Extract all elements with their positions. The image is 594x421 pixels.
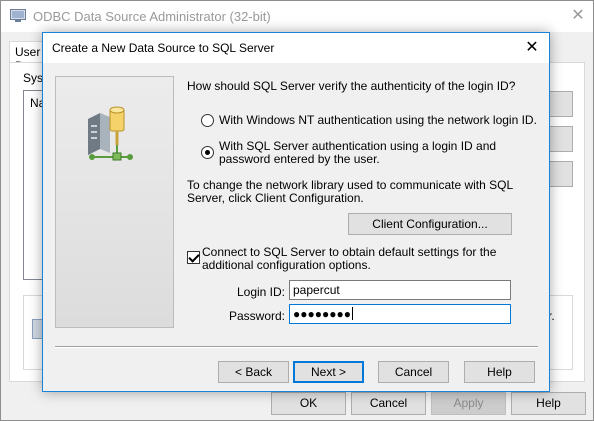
login-id-input[interactable]: papercut — [289, 280, 511, 300]
text-caret — [351, 307, 353, 320]
parent-window-title: ODBC Data Source Administrator (32-bit) — [33, 9, 271, 24]
dialog-title: Create a New Data Source to SQL Server — [52, 41, 275, 55]
help-button[interactable]: Help — [464, 361, 535, 383]
add-button[interactable] — [547, 91, 573, 117]
sql-auth-radio[interactable] — [201, 146, 214, 159]
connect-default-settings-label[interactable]: Connect to SQL Server to obtain default … — [202, 246, 502, 272]
network-library-text: To change the network library used to co… — [187, 178, 513, 205]
password-masked-value: ●●●●●●●● — [293, 307, 351, 321]
parent-cancel-button[interactable]: Cancel — [351, 392, 426, 415]
parent-help-button[interactable]: Help — [511, 392, 586, 415]
parent-titlebar: ODBC Data Source Administrator (32-bit) … — [1, 1, 593, 32]
configure-button[interactable] — [547, 161, 573, 187]
login-id-label: Login ID: — [236, 285, 285, 299]
connect-default-settings-checkbox[interactable] — [187, 251, 200, 264]
ok-button[interactable]: OK — [271, 392, 346, 415]
auth-prompt: How should SQL Server verify the authent… — [187, 79, 516, 93]
windows-auth-radio[interactable] — [201, 114, 214, 127]
windows-auth-label[interactable]: With Windows NT authentication using the… — [219, 114, 537, 127]
wizard-banner — [55, 76, 174, 328]
remove-button[interactable] — [547, 126, 573, 152]
password-label: Password: — [228, 309, 285, 323]
login-id-value: papercut — [293, 283, 340, 297]
back-button[interactable]: < Back — [218, 361, 289, 383]
next-button[interactable]: Next > — [293, 361, 364, 383]
sql-auth-label[interactable]: With SQL Server authentication using a l… — [219, 140, 519, 166]
create-data-source-dialog: Create a New Data Source to SQL Server ✕… — [42, 32, 550, 392]
dialog-titlebar: Create a New Data Source to SQL Server ✕ — [43, 33, 549, 63]
apply-button: Apply — [431, 392, 506, 415]
dialog-separator — [55, 346, 538, 348]
cancel-button[interactable]: Cancel — [378, 361, 449, 383]
password-input[interactable]: ●●●●●●●● — [289, 304, 511, 324]
dialog-close-icon[interactable]: ✕ — [519, 36, 545, 60]
server-with-key-icon — [88, 106, 133, 161]
odbc-app-icon — [10, 9, 26, 22]
client-configuration-button[interactable]: Client Configuration... — [348, 213, 512, 235]
parent-close-icon[interactable]: ✕ — [565, 4, 591, 28]
